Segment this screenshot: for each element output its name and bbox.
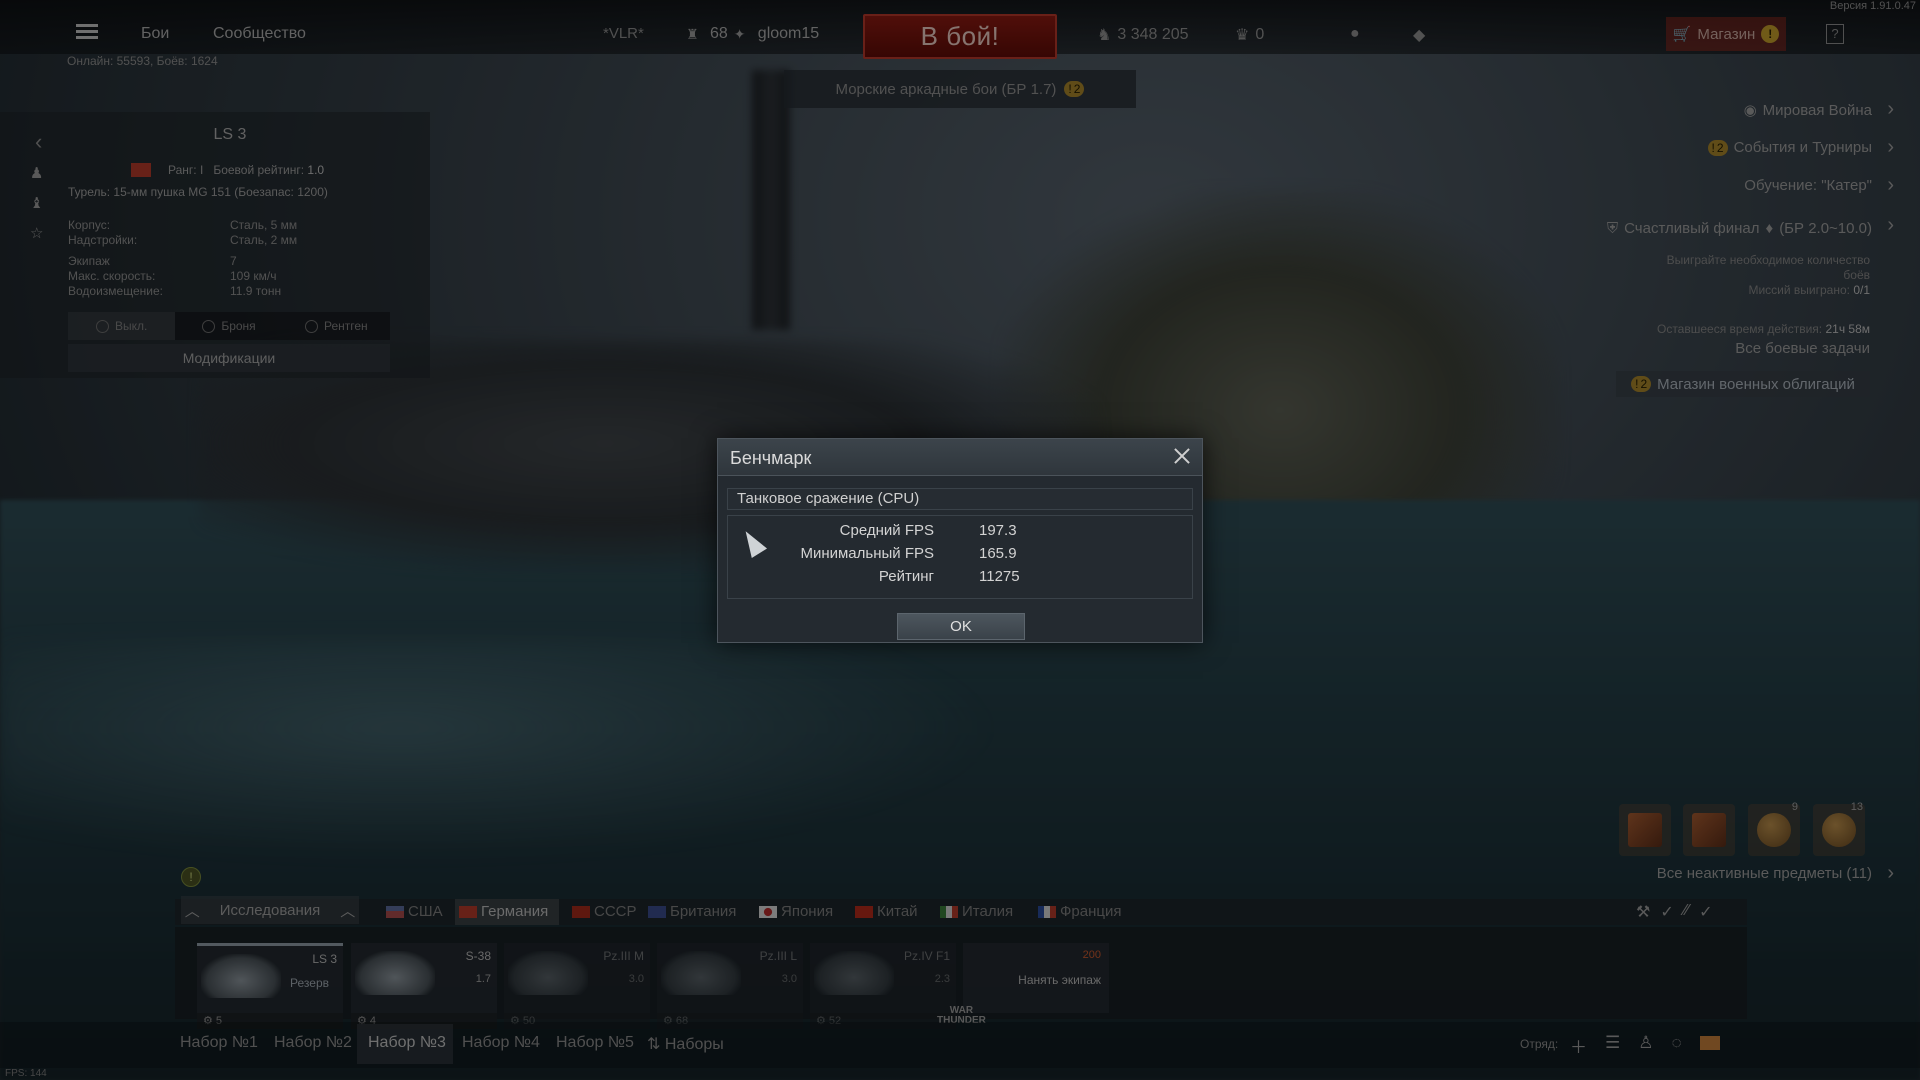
rating-label: Рейтинг [878,568,934,585]
min-fps-row: Минимальный FPS 165.9 [728,545,1192,567]
benchmark-name: Танковое сражение (CPU) [727,488,1193,510]
benchmark-dialog: Бенчмарк Танковое сражение (CPU) Средний… [717,438,1203,643]
close-icon[interactable] [1170,444,1194,468]
rating-row: Рейтинг 11275 [728,568,1192,590]
ok-button[interactable]: OK [897,613,1025,640]
dialog-header: Бенчмарк [718,439,1202,476]
min-fps-value: 165.9 [979,545,1017,562]
avg-fps-label: Средний FPS [839,522,934,539]
benchmark-results: Средний FPS 197.3 Минимальный FPS 165.9 … [727,515,1193,599]
dialog-title: Бенчмарк [730,448,812,468]
avg-fps-row: Средний FPS 197.3 [728,522,1192,544]
avg-fps-value: 197.3 [979,522,1017,539]
min-fps-label: Минимальный FPS [800,545,934,562]
rating-value: 11275 [979,568,1020,585]
